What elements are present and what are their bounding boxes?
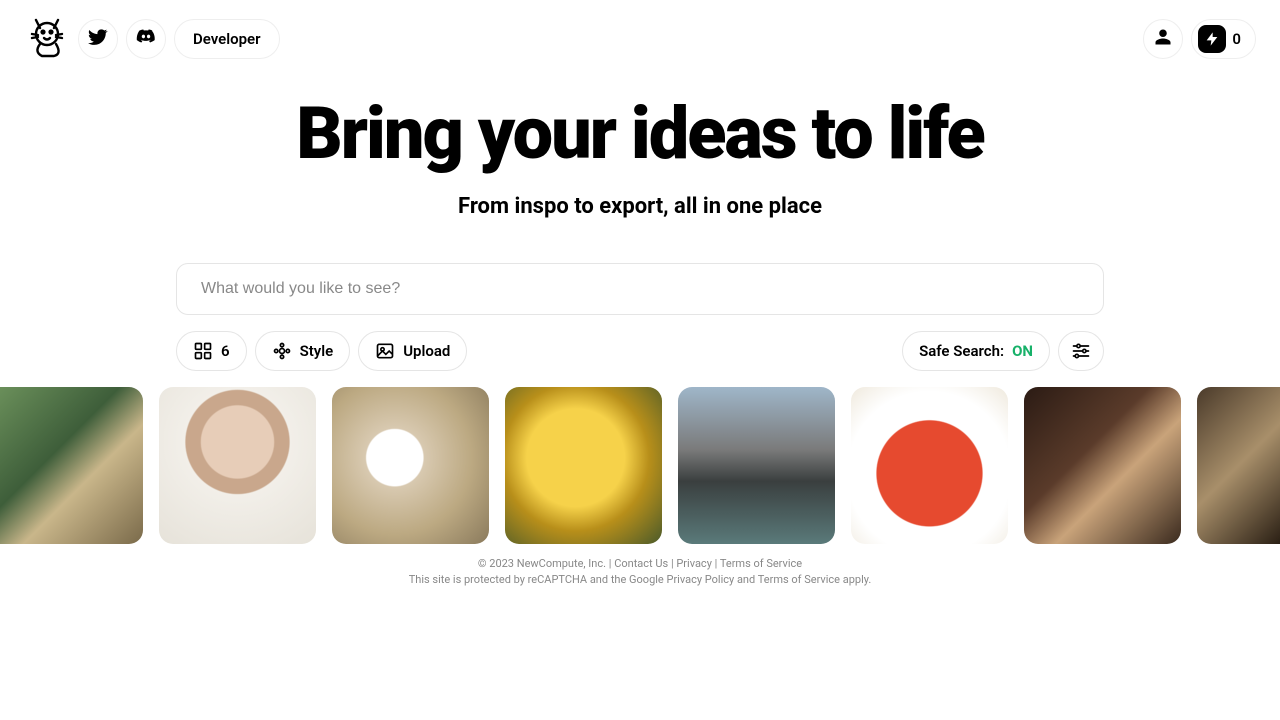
header: Developer 0	[0, 0, 1280, 78]
footer-links: © 2023 NewCompute, Inc. | Contact Us | P…	[0, 556, 1280, 573]
footer-google-tos-link[interactable]: Terms of Service	[758, 573, 840, 586]
grid-icon	[193, 341, 213, 361]
gallery-tile[interactable]	[0, 387, 143, 544]
footer-google-pp-link[interactable]: Privacy Policy	[667, 573, 735, 586]
footer-copyright: © 2023 NewCompute, Inc.	[478, 557, 606, 570]
twitter-icon	[88, 27, 108, 51]
gallery-strip[interactable]	[0, 387, 1280, 544]
search-box[interactable]	[176, 263, 1104, 315]
developer-label: Developer	[193, 30, 261, 48]
safe-search-label: Safe Search:	[919, 342, 1004, 360]
bolt-icon	[1198, 25, 1226, 53]
safe-search-state: ON	[1012, 342, 1033, 360]
footer-terms-link[interactable]: Terms of Service	[720, 557, 802, 570]
grid-count-button[interactable]: 6	[176, 331, 247, 371]
style-icon	[272, 341, 292, 361]
upload-label: Upload	[403, 342, 450, 360]
hero-title: Bring your ideas to life	[0, 96, 1280, 172]
footer-contact-link[interactable]: Contact Us	[614, 557, 668, 570]
gallery-tile[interactable]	[1024, 387, 1181, 544]
credits-count: 0	[1232, 30, 1241, 48]
hero-section: Bring your ideas to life From inspo to e…	[0, 96, 1280, 219]
search-container	[176, 263, 1104, 315]
controls-row: 6 Style Upload Safe Search: ON	[176, 331, 1104, 371]
discord-button[interactable]	[126, 19, 166, 59]
person-icon	[1154, 28, 1172, 50]
footer-privacy-link[interactable]: Privacy	[676, 557, 712, 570]
upload-button[interactable]: Upload	[358, 331, 467, 371]
gallery-tile[interactable]	[505, 387, 662, 544]
sliders-icon	[1071, 341, 1091, 361]
safe-search-toggle[interactable]: Safe Search: ON	[902, 331, 1050, 371]
credits-button[interactable]: 0	[1191, 19, 1256, 59]
footer-recaptcha: This site is protected by reCAPTCHA and …	[0, 572, 1280, 589]
twitter-button[interactable]	[78, 19, 118, 59]
cat-logo-icon	[24, 14, 70, 64]
style-button[interactable]: Style	[255, 331, 351, 371]
gallery-tile[interactable]	[332, 387, 489, 544]
hero-subtitle: From inspo to export, all in one place	[0, 194, 1280, 219]
style-label: Style	[300, 342, 334, 360]
grid-count-label: 6	[221, 342, 230, 360]
developer-button[interactable]: Developer	[174, 19, 280, 59]
site-logo[interactable]	[24, 16, 70, 62]
gallery-tile[interactable]	[678, 387, 835, 544]
gallery-tile[interactable]	[159, 387, 316, 544]
gallery-tile[interactable]	[851, 387, 1008, 544]
discord-icon	[136, 27, 156, 51]
profile-button[interactable]	[1143, 19, 1183, 59]
gallery-tile[interactable]	[1197, 387, 1280, 544]
image-icon	[375, 341, 395, 361]
footer: © 2023 NewCompute, Inc. | Contact Us | P…	[0, 556, 1280, 589]
search-input[interactable]	[201, 280, 1079, 298]
filters-button[interactable]	[1058, 331, 1104, 371]
